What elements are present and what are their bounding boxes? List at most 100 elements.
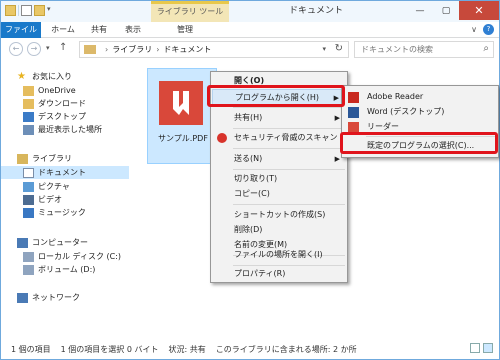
breadcrumb-libraries[interactable]: ライブラリ	[112, 44, 152, 55]
menu-divider	[233, 107, 345, 108]
large-icons-view-icon[interactable]	[483, 343, 493, 353]
nav-favorites[interactable]: ★ お気に入り	[17, 70, 145, 83]
nav-item-label: ローカル ディスク (C:)	[38, 252, 122, 261]
menu-item-send-to[interactable]: 送る(N) ▶	[212, 151, 346, 167]
tab-home[interactable]: ホーム	[45, 22, 81, 38]
nav-network[interactable]: ネットワーク	[17, 291, 129, 304]
nav-item-label: ピクチャ	[38, 182, 70, 191]
nav-favorites-label: お気に入り	[32, 72, 72, 81]
up-button[interactable]: ↑	[59, 42, 67, 53]
submenu-item-reader[interactable]: リーダー	[343, 119, 497, 135]
submenu-arrow-icon: ▶	[334, 114, 340, 122]
search-input[interactable]	[361, 45, 476, 54]
menu-item-share[interactable]: 共有(H) ▶	[212, 110, 346, 126]
file-name: サンプル.PDF	[158, 134, 208, 143]
search-icon[interactable]: ⌕	[483, 43, 489, 54]
recent-locations-icon[interactable]: ▾	[46, 44, 50, 52]
close-button[interactable]: ✕	[459, 1, 499, 20]
nav-item-downloads[interactable]: ダウンロード	[23, 97, 129, 110]
properties-icon[interactable]	[21, 5, 32, 16]
nav-item-label: OneDrive	[38, 86, 76, 95]
new-folder-icon[interactable]	[34, 5, 45, 16]
menu-item-open-with[interactable]: プログラムから開く(H) ▶	[212, 89, 346, 105]
menu-item-create-shortcut[interactable]: ショートカットの作成(S)	[212, 207, 346, 223]
nav-item-volume-d[interactable]: ボリューム (D:)	[23, 263, 129, 276]
submenu-arrow-icon: ▶	[333, 94, 339, 102]
nav-item-music[interactable]: ミュージック	[23, 206, 129, 219]
nav-item-onedrive[interactable]: OneDrive	[23, 84, 129, 97]
menu-item-label: 送る(N)	[234, 154, 263, 163]
menu-item-properties[interactable]: プロパティ(R)	[212, 266, 346, 282]
quick-access-toolbar: ▾	[5, 5, 54, 16]
nav-item-label: ドキュメント	[38, 168, 86, 177]
tab-manage[interactable]: 管理	[165, 22, 205, 38]
minimize-button[interactable]: —	[407, 1, 433, 20]
status-selected: 1 個の項目を選択 0 バイト	[60, 344, 159, 354]
tab-share[interactable]: 共有	[85, 22, 113, 38]
submenu-item-label: Word (デスクトップ)	[367, 107, 445, 116]
nav-item-label: ダウンロード	[38, 99, 86, 108]
menu-divider	[233, 204, 345, 205]
menu-item-copy[interactable]: コピー(C)	[212, 186, 346, 202]
expand-ribbon-icon[interactable]: ∨	[471, 25, 477, 34]
details-view-icon[interactable]	[470, 343, 480, 353]
nav-item-recent-places[interactable]: 最近表示した場所	[23, 123, 129, 136]
disk-icon	[23, 251, 34, 262]
nav-item-pictures[interactable]: ピクチャ	[23, 180, 129, 193]
refresh-icon[interactable]: ↻	[335, 43, 343, 54]
address-row: ← → ▾ ↑ › ライブラリ › ドキュメント ▾ ↻ ⌕	[1, 38, 499, 62]
menu-divider	[233, 169, 345, 170]
nav-item-local-disk[interactable]: ローカル ディスク (C:)	[23, 250, 129, 263]
adobe-reader-icon	[348, 92, 359, 103]
nav-libraries[interactable]: ライブラリ	[17, 152, 129, 165]
context-menu: 開く(O) プログラムから開く(H) ▶ 共有(H) ▶ セキュリティ脅威のスキ…	[210, 71, 348, 283]
open-with-submenu: Adobe Reader Word (デスクトップ) リーダー 既定のプログラム…	[341, 85, 499, 158]
search-box[interactable]: ⌕	[354, 41, 494, 58]
forward-button[interactable]: →	[27, 42, 41, 56]
submenu-item-choose-default-program[interactable]: 既定のプログラムの選択(C)...	[343, 138, 497, 154]
nav-item-videos[interactable]: ビデオ	[23, 193, 129, 206]
tab-file[interactable]: ファイル	[1, 22, 41, 38]
antivirus-icon	[217, 133, 227, 143]
breadcrumb-documents[interactable]: ドキュメント	[163, 44, 211, 55]
customize-toolbar-icon[interactable]: ▾	[47, 5, 54, 16]
disk-icon	[23, 264, 34, 275]
menu-divider	[233, 148, 345, 149]
maximize-button[interactable]: ▢	[433, 1, 459, 20]
breadcrumb-separator: ›	[105, 45, 109, 54]
star-icon: ★	[17, 70, 26, 82]
address-bar[interactable]: › ライブラリ › ドキュメント ▾ ↻	[79, 41, 349, 58]
nav-item-desktop[interactable]: デスクトップ	[23, 110, 129, 123]
submenu-item-adobe-reader[interactable]: Adobe Reader	[343, 89, 497, 105]
file-item-sample-pdf[interactable]: サンプル.PDF	[147, 68, 217, 164]
folder-icon[interactable]	[5, 5, 16, 16]
music-icon	[23, 207, 34, 218]
submenu-item-word[interactable]: Word (デスクトップ)	[343, 104, 497, 120]
menu-item-label: プログラムから開く(H)	[235, 93, 320, 102]
menu-item-open-file-location[interactable]: ファイルの場所を開く(I)	[212, 247, 346, 263]
tab-view[interactable]: 表示	[119, 22, 147, 38]
title-bar: ▾ ライブラリ ツール ドキュメント — ▢ ✕	[1, 1, 499, 22]
chevron-down-icon[interactable]: ▾	[322, 45, 326, 53]
menu-item-open[interactable]: 開く(O)	[212, 73, 346, 89]
help-icon[interactable]: ?	[483, 24, 494, 35]
menu-item-label: 共有(H)	[234, 113, 263, 122]
reader-app-icon	[348, 122, 359, 133]
folder-icon	[23, 85, 34, 96]
library-tools-tab: ライブラリ ツール	[151, 1, 229, 22]
nav-computer[interactable]: コンピューター	[17, 236, 129, 249]
reader-logo-icon	[173, 91, 189, 115]
recent-places-icon	[23, 124, 34, 135]
menu-item-security-scan[interactable]: セキュリティ脅威のスキャン	[212, 130, 346, 146]
navigation-pane: ★ お気に入り OneDrive ダウンロード デスクトップ 最近表示した場所 …	[1, 62, 129, 332]
nav-item-label: ビデオ	[38, 195, 62, 204]
nav-item-label: ボリューム (D:)	[38, 265, 96, 274]
menu-item-cut[interactable]: 切り取り(T)	[212, 171, 346, 187]
submenu-item-label: Adobe Reader	[367, 92, 424, 101]
menu-item-delete[interactable]: 削除(D)	[212, 222, 346, 238]
nav-item-documents[interactable]: ドキュメント	[1, 166, 129, 179]
back-button[interactable]: ←	[9, 42, 23, 56]
nav-item-label: デスクトップ	[38, 112, 86, 121]
desktop-icon	[23, 111, 34, 122]
submenu-item-label: リーダー	[367, 122, 399, 131]
